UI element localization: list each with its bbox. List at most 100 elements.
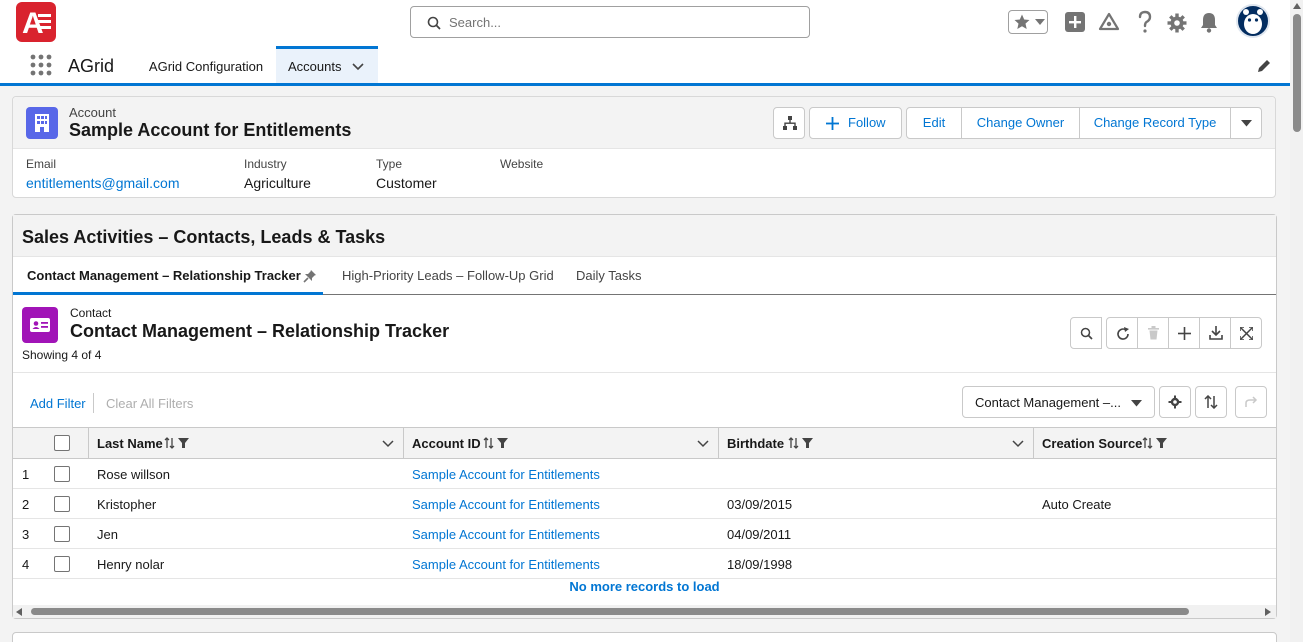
download-button[interactable]	[1199, 317, 1231, 349]
page-vertical-scrollbar[interactable]	[1290, 0, 1303, 642]
scrollbar-thumb[interactable]	[31, 608, 1189, 615]
cell-birthdate[interactable]: 18/09/1998	[727, 557, 792, 572]
nav-tab-agrid-configuration[interactable]: AGrid Configuration	[137, 46, 275, 83]
table-header-row: Last Name Account ID Birthdate Creation …	[13, 427, 1276, 459]
field-label-industry: Industry	[244, 157, 287, 171]
table-row[interactable]: 2 Kristopher Sample Account for Entitlem…	[13, 489, 1276, 519]
table-row[interactable]: 3 Jen Sample Account for Entitlements 04…	[13, 519, 1276, 549]
row-number: 3	[22, 527, 30, 542]
cell-last-name[interactable]: Rose willson	[97, 467, 170, 482]
field-value-type: Customer	[376, 175, 437, 191]
more-actions-button[interactable]	[1230, 107, 1262, 139]
field-value-email[interactable]: entitlements@gmail.com	[26, 175, 180, 191]
row-checkbox[interactable]	[54, 556, 70, 572]
bell-icon[interactable]	[1199, 11, 1221, 33]
column-divider	[403, 428, 404, 458]
row-checkbox[interactable]	[54, 496, 70, 512]
cell-last-name[interactable]: Kristopher	[97, 497, 156, 512]
app-logo[interactable]: A	[16, 2, 56, 42]
scroll-right-icon[interactable]	[1265, 608, 1271, 616]
change-record-type-button[interactable]: Change Record Type	[1079, 107, 1231, 139]
download-icon	[1209, 326, 1223, 340]
cell-birthdate[interactable]: 04/09/2011	[727, 527, 791, 542]
sort-button[interactable]	[1195, 386, 1227, 418]
row-checkbox[interactable]	[54, 466, 70, 482]
column-header-last-name[interactable]: Last Name	[97, 428, 163, 458]
trailhead-icon[interactable]	[1098, 12, 1120, 34]
sort-icon[interactable]	[483, 437, 509, 449]
refresh-icon	[1116, 327, 1130, 341]
column-header-birthdate[interactable]: Birthdate	[727, 428, 784, 458]
tab-contact-management[interactable]: Contact Management – Relationship Tracke…	[27, 268, 301, 283]
grid-search-button[interactable]	[1070, 317, 1102, 349]
cell-birthdate[interactable]: 03/09/2015	[727, 497, 792, 512]
pin-icon[interactable]	[303, 269, 317, 283]
redo-button[interactable]	[1235, 386, 1267, 418]
table-row[interactable]: 4 Henry nolar Sample Account for Entitle…	[13, 549, 1276, 579]
cell-account-link[interactable]: Sample Account for Entitlements	[412, 467, 600, 482]
column-header-creation-source[interactable]: Creation Source	[1042, 428, 1142, 458]
gear-icon[interactable]	[1166, 12, 1188, 34]
add-filter-link[interactable]: Add Filter	[30, 396, 86, 411]
search-placeholder: Search...	[449, 15, 502, 30]
cell-creation-source[interactable]: Auto Create	[1042, 497, 1111, 512]
cell-account-link[interactable]: Sample Account for Entitlements	[412, 527, 600, 542]
help-icon[interactable]	[1136, 10, 1158, 33]
favorites-dropdown-icon[interactable]	[1035, 19, 1045, 26]
nav-tab-accounts[interactable]: Accounts	[276, 46, 378, 83]
edit-button[interactable]: Edit	[906, 107, 962, 139]
refresh-button[interactable]	[1106, 317, 1138, 349]
column-header-account-id[interactable]: Account ID	[412, 428, 481, 458]
scroll-left-icon[interactable]	[16, 608, 22, 616]
sort-icon[interactable]	[1142, 437, 1168, 449]
plus-icon	[1178, 327, 1191, 340]
chevron-down-icon[interactable]	[1012, 440, 1024, 448]
scrollbar-thumb[interactable]	[1293, 14, 1301, 132]
sales-activities-card: Sales Activities – Contacts, Leads & Tas…	[12, 214, 1277, 619]
sort-icon[interactable]	[164, 437, 190, 449]
follow-button[interactable]: Follow	[809, 107, 902, 139]
horizontal-scrollbar[interactable]	[13, 605, 1276, 618]
tab-daily-tasks[interactable]: Daily Tasks	[576, 268, 642, 283]
cell-account-link[interactable]: Sample Account for Entitlements	[412, 497, 600, 512]
sort-icon[interactable]	[788, 437, 814, 449]
redo-icon	[1244, 396, 1258, 408]
chevron-down-icon[interactable]	[382, 440, 394, 448]
follow-label: Follow	[848, 115, 886, 130]
table-row[interactable]: 1 Rose willson Sample Account for Entitl…	[13, 459, 1276, 489]
cell-last-name[interactable]: Henry nolar	[97, 557, 164, 572]
view-hierarchy-button[interactable]	[773, 107, 805, 139]
sort-icon	[1204, 395, 1218, 409]
chevron-down-icon[interactable]	[697, 440, 709, 448]
favorites-button-group[interactable]	[1008, 10, 1048, 34]
delete-button[interactable]	[1137, 317, 1169, 349]
tab-high-priority-leads[interactable]: High-Priority Leads – Follow-Up Grid	[342, 268, 554, 283]
cell-last-name[interactable]: Jen	[97, 527, 118, 542]
contact-icon	[22, 307, 58, 343]
contacts-grid-table: Last Name Account ID Birthdate Creation …	[13, 427, 1276, 604]
svg-text:A: A	[22, 7, 44, 40]
chevron-down-icon[interactable]	[352, 63, 364, 71]
expand-button[interactable]	[1230, 317, 1262, 349]
cell-account-link[interactable]: Sample Account for Entitlements	[412, 557, 600, 572]
user-avatar[interactable]	[1236, 4, 1270, 38]
app-nav-bar: AGrid AGrid Configuration Accounts	[0, 46, 1290, 86]
view-select[interactable]: Contact Management –...	[962, 386, 1155, 418]
row-number: 2	[22, 497, 30, 512]
settings-button[interactable]	[1159, 386, 1191, 418]
select-all-checkbox[interactable]	[54, 435, 70, 451]
clear-all-filters-link[interactable]: Clear All Filters	[106, 396, 193, 411]
caret-down-icon	[1131, 400, 1142, 407]
field-label-type: Type	[376, 157, 403, 171]
favorites-star-icon[interactable]	[1013, 13, 1031, 31]
sales-activities-header: Sales Activities – Contacts, Leads & Tas…	[13, 215, 1276, 257]
edit-pencil-icon[interactable]	[1256, 58, 1272, 74]
add-row-button[interactable]	[1168, 317, 1200, 349]
add-icon[interactable]	[1064, 11, 1086, 33]
row-checkbox[interactable]	[54, 526, 70, 542]
global-search-input[interactable]: Search...	[410, 6, 810, 38]
grid-tabset: Contact Management – Relationship Tracke…	[13, 257, 1276, 295]
scroll-up-icon[interactable]	[1293, 3, 1301, 9]
app-launcher-icon[interactable]	[30, 54, 52, 76]
change-owner-button[interactable]: Change Owner	[961, 107, 1080, 139]
